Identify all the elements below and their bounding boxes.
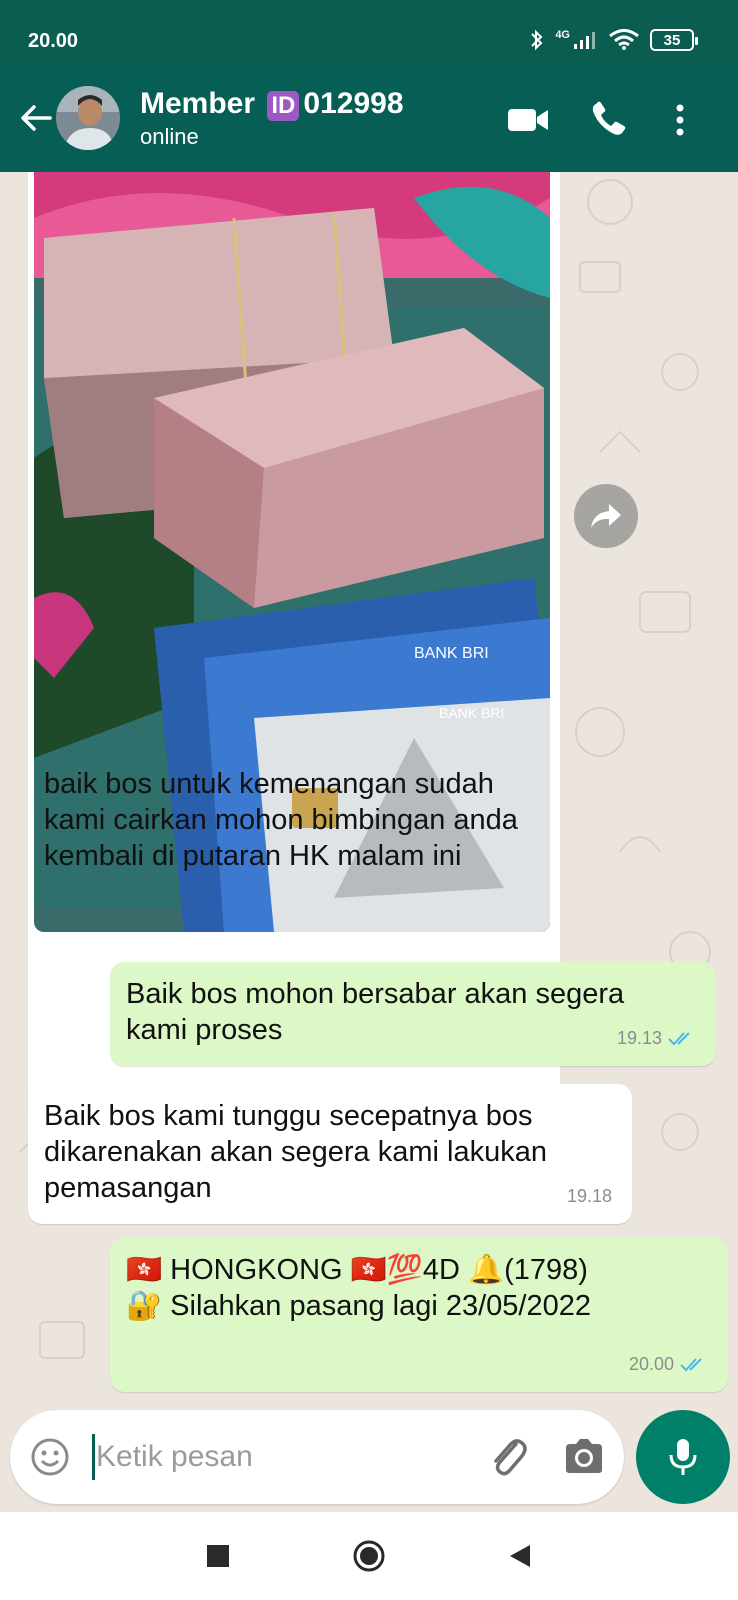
- status-bar: 20.00 4G 35: [0, 0, 738, 68]
- contact-name-prefix: Member: [140, 87, 256, 120]
- back-arrow-icon[interactable]: [16, 98, 56, 138]
- message-text: Baik bos kami tunggu secepatnya bos dika…: [44, 1100, 547, 1204]
- message-line-1: 🇭🇰 HONGKONG 🇭🇰💯4D 🔔(1798): [126, 1254, 588, 1286]
- contact-name: Member ID 012998: [140, 86, 404, 122]
- outgoing-message[interactable]: 🇭🇰 HONGKONG 🇭🇰💯4D 🔔(1798) 🔐 Silahkan pas…: [110, 1238, 728, 1392]
- text-cursor: [92, 1434, 95, 1480]
- contact-status: online: [140, 124, 199, 149]
- chat-header: Member ID 012998 online: [0, 68, 738, 172]
- phone-icon[interactable]: [586, 98, 634, 142]
- forward-icon: [591, 504, 621, 528]
- svg-text:BANK BRI: BANK BRI: [414, 645, 489, 662]
- battery-indicator: 35: [650, 29, 698, 51]
- video-call-icon[interactable]: [504, 98, 552, 142]
- message-meta: 19.13: [617, 1020, 696, 1056]
- camera-icon[interactable]: [562, 1436, 606, 1476]
- bluetooth-icon: [531, 29, 543, 51]
- message-text: Baik bos mohon bersabar akan segera kami…: [126, 978, 625, 1046]
- back-nav-icon[interactable]: [506, 1542, 534, 1570]
- outgoing-message[interactable]: Baik bos mohon bersabar akan segera kami…: [110, 962, 716, 1066]
- read-ticks-icon: [680, 1358, 702, 1372]
- message-line-2: 🔐 Silahkan pasang lagi 23/05/2022: [126, 1290, 592, 1322]
- message-meta: 20.00: [629, 1346, 708, 1382]
- svg-text:BANK BRI: BANK BRI: [439, 705, 504, 721]
- contact-id: 012998: [303, 87, 404, 120]
- status-icons: 4G 35: [529, 28, 698, 52]
- attach-icon[interactable]: [486, 1434, 530, 1480]
- message-input[interactable]: Ketik pesan: [96, 1440, 253, 1474]
- status-time: 20.00: [28, 30, 79, 52]
- contact-info[interactable]: Member ID 012998 online: [140, 86, 404, 150]
- emoji-icon[interactable]: [30, 1437, 70, 1477]
- incoming-message[interactable]: Baik bos kami tunggu secepatnya bos dika…: [28, 1084, 632, 1224]
- image-caption: baik bos untuk kemenangan sudah kami cai…: [44, 768, 518, 872]
- read-ticks-icon: [668, 1032, 690, 1046]
- microphone-icon: [669, 1439, 697, 1475]
- battery-level: 35: [663, 31, 681, 49]
- signal-icon: [574, 32, 595, 49]
- more-vert-icon[interactable]: [670, 98, 690, 142]
- message-meta: 19.18: [567, 1178, 612, 1214]
- home-icon[interactable]: [352, 1539, 386, 1573]
- voice-record-button[interactable]: [636, 1410, 730, 1504]
- system-navigation-bar: [0, 1512, 738, 1600]
- forward-button[interactable]: [574, 484, 638, 548]
- message-time: 20.00: [628, 1354, 674, 1374]
- chat-area[interactable]: BANK BRI BANK BRI baik bos untuk kemenan…: [0, 172, 738, 1502]
- contact-avatar[interactable]: [56, 86, 120, 150]
- network-type-label: 4G: [555, 29, 570, 41]
- wifi-icon: [609, 29, 639, 50]
- id-badge: ID: [267, 91, 300, 121]
- message-composer[interactable]: Ketik pesan: [10, 1410, 624, 1504]
- message-time: 19.18: [566, 1186, 612, 1206]
- recents-icon[interactable]: [204, 1542, 232, 1570]
- message-time: 19.13: [616, 1028, 662, 1048]
